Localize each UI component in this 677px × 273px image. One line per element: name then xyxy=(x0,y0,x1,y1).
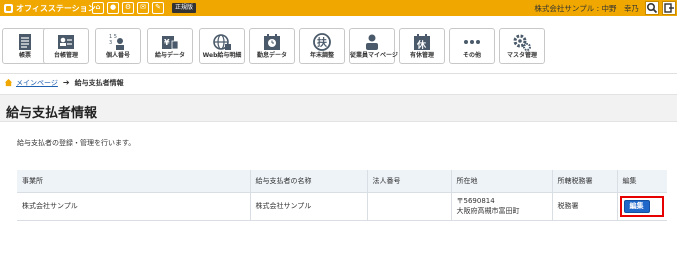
column-header-office: 事業所 xyxy=(17,170,251,193)
column-header-edit: 編集 xyxy=(617,170,667,193)
brand-name: オフィスステーション xyxy=(16,3,96,13)
ledger-icon xyxy=(19,34,31,50)
payer-table: 事業所 給与支払者の名称 法人番号 所在地 所轄税務署 編集 株式会社サンプル … xyxy=(17,170,667,221)
web-payslip-icon xyxy=(213,34,231,50)
cell-corporate-number xyxy=(367,192,452,221)
main-toolbar: 帳票 台帳管理 1 5 3 個人番号 ¥ 給与データ Web給与明細 勤怠データ… xyxy=(0,16,677,69)
toolbar-item-year-end[interactable]: 扶 年末調整 xyxy=(299,28,345,64)
svg-text:休: 休 xyxy=(416,39,427,51)
toolbar-item-register[interactable]: 台帳管理 xyxy=(43,28,89,64)
home-icon[interactable]: ⌂ xyxy=(92,2,104,14)
register-icon xyxy=(58,35,74,49)
column-header-tax-office: 所轄税務署 xyxy=(552,170,618,193)
toolbar-label: 台帳管理 xyxy=(53,52,78,59)
toolbar-item-my-number[interactable]: 1 5 3 個人番号 xyxy=(95,28,141,64)
my-number-icon: 1 5 3 xyxy=(109,34,124,50)
toolbar-label: マスタ管理 xyxy=(506,52,537,59)
top-bar: オフィスステーション ⌂ ● ⚙ ✉ ✎ 正規版 株式会社サンプル : 中野 幸… xyxy=(0,0,677,16)
user-name: 中野 幸乃 xyxy=(601,4,640,13)
page-title: 給与支払者情報 xyxy=(6,106,98,121)
cell-tax-office: 税務署 xyxy=(552,192,618,221)
toolbar-label: 有休管理 xyxy=(409,52,434,59)
toolbar-item-payroll-data[interactable]: ¥ 給与データ xyxy=(147,28,193,64)
home-icon xyxy=(4,78,13,87)
title-bar: 給与支払者情報 xyxy=(0,94,677,122)
year-end-icon: 扶 xyxy=(313,33,331,51)
paid-leave-icon: 休 xyxy=(414,34,430,51)
cell-payer-name: 株式会社サンプル xyxy=(250,192,368,221)
toolbar-label: その他 xyxy=(462,52,481,59)
toolbar-item-employee-page[interactable]: 従業員マイページ xyxy=(349,28,398,64)
user-icon[interactable]: ● xyxy=(107,2,119,14)
brand-logo-icon xyxy=(4,3,13,13)
attendance-icon xyxy=(264,34,280,50)
edit-button[interactable]: 編集 xyxy=(623,199,650,213)
toolbar-label: Web給与明細 xyxy=(202,52,242,59)
table-header-row: 事業所 給与支払者の名称 法人番号 所在地 所轄税務署 編集 xyxy=(17,170,667,193)
edition-badge: 正規版 xyxy=(172,3,197,13)
column-header-address: 所在地 xyxy=(451,170,553,193)
master-settings-icon xyxy=(513,34,531,51)
column-header-payer-name: 給与支払者の名称 xyxy=(250,170,368,193)
breadcrumb-home-link[interactable]: メインページ xyxy=(16,78,58,88)
chevron-right-icon: ➔ xyxy=(62,78,70,87)
toolbar-label: 勤怠データ xyxy=(256,52,287,59)
user-info: 株式会社サンプル : 中野 幸乃 xyxy=(534,3,639,14)
mail-icon[interactable]: ✉ xyxy=(137,2,149,14)
toolbar-item-ledger[interactable]: 帳票 xyxy=(2,28,48,64)
svg-text:扶: 扶 xyxy=(317,36,328,49)
more-icon xyxy=(464,40,480,44)
settings-icon[interactable]: ⚙ xyxy=(122,2,134,14)
cell-edit: 編集 xyxy=(617,192,667,221)
postal-code: 〒5690814 xyxy=(456,197,495,205)
user-separator: : xyxy=(594,4,602,13)
toolbar-label: 給与データ xyxy=(154,52,185,59)
company-name: 株式会社サンプル xyxy=(534,4,595,13)
toolbar-item-web-payslip[interactable]: Web給与明細 xyxy=(199,28,245,64)
toolbar-item-paid-leave[interactable]: 休 有休管理 xyxy=(399,28,445,64)
edit-highlight-box: 編集 xyxy=(619,195,664,217)
toolbar-item-attendance[interactable]: 勤怠データ xyxy=(249,28,295,64)
logout-icon xyxy=(664,3,674,13)
toolbar-label: 年末調整 xyxy=(309,52,334,59)
employee-page-icon xyxy=(366,34,378,50)
toolbar-item-master-settings[interactable]: マスタ管理 xyxy=(499,28,545,64)
edit-icon[interactable]: ✎ xyxy=(152,2,164,14)
table-row: 株式会社サンプル 株式会社サンプル 〒5690814 大阪府高槻市富田町 税務署… xyxy=(17,192,667,221)
brand[interactable]: オフィスステーション xyxy=(4,2,96,14)
breadcrumb: メインページ ➔ 給与支払者情報 xyxy=(0,73,677,91)
search-button[interactable] xyxy=(645,1,659,15)
toolbar-label: 帳票 xyxy=(18,52,31,59)
toolbar-label: 個人番号 xyxy=(105,52,130,59)
toolbar-label: 従業員マイページ xyxy=(350,52,398,59)
quick-icons: ⌂ ● ⚙ ✉ ✎ xyxy=(92,2,167,14)
cell-address: 〒5690814 大阪府高槻市富田町 xyxy=(451,192,553,221)
page-description: 給与支払者の登録・管理を行います。 xyxy=(17,139,136,147)
svg-text:3: 3 xyxy=(109,40,112,46)
svg-text:¥: ¥ xyxy=(164,38,170,47)
column-header-corporate-number: 法人番号 xyxy=(367,170,452,193)
cell-office: 株式会社サンプル xyxy=(17,192,251,221)
search-icon xyxy=(646,2,658,14)
payroll-data-icon: ¥ xyxy=(162,36,179,50)
toolbar-item-more[interactable]: その他 xyxy=(449,28,495,64)
address-line: 大阪府高槻市富田町 xyxy=(456,207,520,215)
breadcrumb-current: 給与支払者情報 xyxy=(74,78,124,87)
logout-button[interactable] xyxy=(662,1,676,15)
